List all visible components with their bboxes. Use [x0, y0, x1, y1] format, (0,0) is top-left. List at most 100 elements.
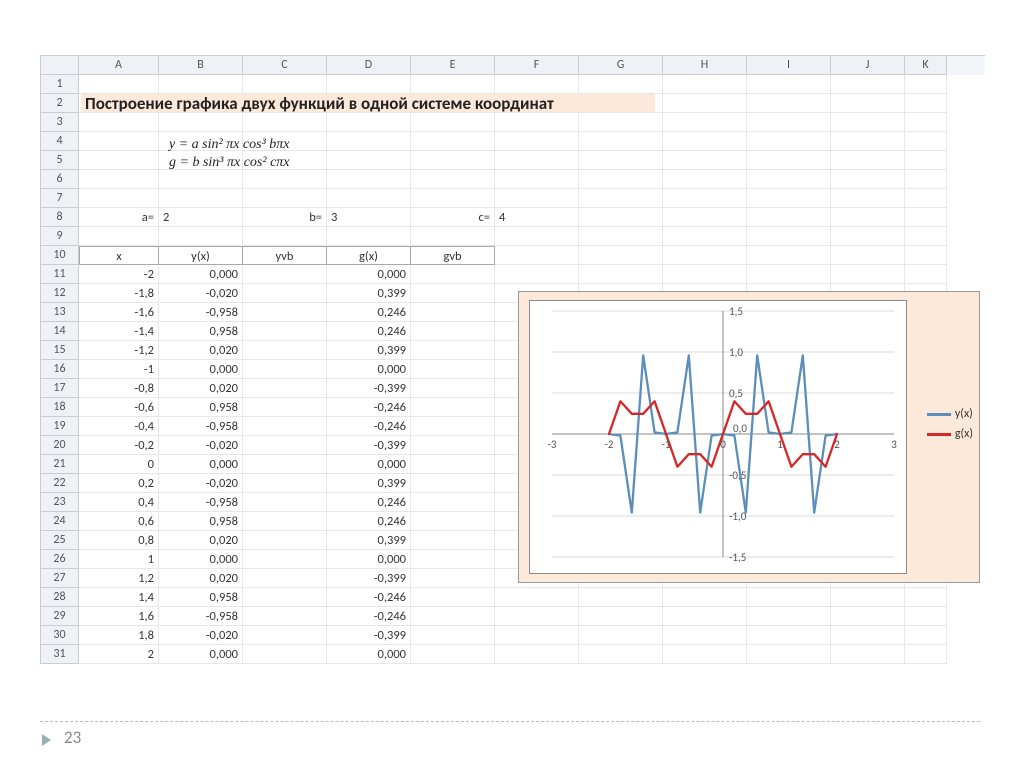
- cell-D10[interactable]: g(x): [327, 246, 411, 265]
- cell-D23[interactable]: 0,246: [327, 493, 411, 512]
- cell-H28[interactable]: [663, 588, 747, 607]
- cell-F1[interactable]: [495, 75, 579, 94]
- row-header-4[interactable]: 4: [41, 132, 79, 151]
- cell-D14[interactable]: 0,246: [327, 322, 411, 341]
- cell-I29[interactable]: [747, 607, 831, 626]
- cell-K29[interactable]: [905, 607, 947, 626]
- cell-B11[interactable]: 0,000: [159, 265, 243, 284]
- cell-A17[interactable]: -0,8: [79, 379, 159, 398]
- cell-B29[interactable]: -0,958: [159, 607, 243, 626]
- row-header-22[interactable]: 22: [41, 474, 79, 493]
- row-header-25[interactable]: 25: [41, 531, 79, 550]
- cell-B23[interactable]: -0,958: [159, 493, 243, 512]
- cell-A3[interactable]: [79, 113, 159, 132]
- cell-E10[interactable]: gvb: [411, 246, 495, 265]
- cell-F8[interactable]: 4: [495, 208, 579, 227]
- cell-E14[interactable]: [411, 322, 495, 341]
- cell-E8[interactable]: c=: [411, 208, 495, 227]
- cell-D31[interactable]: 0,000: [327, 645, 411, 664]
- column-header-D[interactable]: D: [327, 56, 411, 75]
- cell-J28[interactable]: [831, 588, 905, 607]
- cell-D7[interactable]: [327, 189, 411, 208]
- cell-J1[interactable]: [831, 75, 905, 94]
- cell-A26[interactable]: 1: [79, 550, 159, 569]
- cell-E31[interactable]: [411, 645, 495, 664]
- cell-D21[interactable]: 0,000: [327, 455, 411, 474]
- cell-C17[interactable]: [243, 379, 327, 398]
- select-all-corner[interactable]: [41, 56, 79, 75]
- row-header-30[interactable]: 30: [41, 626, 79, 645]
- cell-K30[interactable]: [905, 626, 947, 645]
- column-header-F[interactable]: F: [495, 56, 579, 75]
- cell-B6[interactable]: [159, 170, 243, 189]
- cell-H29[interactable]: [663, 607, 747, 626]
- cell-E13[interactable]: [411, 303, 495, 322]
- cell-K4[interactable]: [905, 132, 947, 151]
- row-header-2[interactable]: 2: [41, 94, 79, 113]
- cell-C15[interactable]: [243, 341, 327, 360]
- cell-E7[interactable]: [411, 189, 495, 208]
- cell-K31[interactable]: [905, 645, 947, 664]
- cell-E27[interactable]: [411, 569, 495, 588]
- cell-G7[interactable]: [579, 189, 663, 208]
- cell-E21[interactable]: [411, 455, 495, 474]
- cell-E23[interactable]: [411, 493, 495, 512]
- cell-E28[interactable]: [411, 588, 495, 607]
- cell-F6[interactable]: [495, 170, 579, 189]
- cell-F11[interactable]: [495, 265, 579, 284]
- cell-I31[interactable]: [747, 645, 831, 664]
- cell-A12[interactable]: -1,8: [79, 284, 159, 303]
- cell-B24[interactable]: 0,958: [159, 512, 243, 531]
- cell-C31[interactable]: [243, 645, 327, 664]
- cell-K11[interactable]: [905, 265, 947, 284]
- cell-I4[interactable]: [747, 132, 831, 151]
- cell-E17[interactable]: [411, 379, 495, 398]
- column-header-A[interactable]: A: [79, 56, 159, 75]
- row-header-16[interactable]: 16: [41, 360, 79, 379]
- cell-A20[interactable]: -0,2: [79, 436, 159, 455]
- cell-C6[interactable]: [243, 170, 327, 189]
- cell-D1[interactable]: [327, 75, 411, 94]
- cell-D25[interactable]: 0,399: [327, 531, 411, 550]
- cell-J5[interactable]: [831, 151, 905, 170]
- cell-B3[interactable]: [159, 113, 243, 132]
- column-header-E[interactable]: E: [411, 56, 495, 75]
- cell-K6[interactable]: [905, 170, 947, 189]
- cell-A8[interactable]: a=: [79, 208, 159, 227]
- cell-I1[interactable]: [747, 75, 831, 94]
- cell-K5[interactable]: [905, 151, 947, 170]
- cell-D3[interactable]: [327, 113, 411, 132]
- cell-G11[interactable]: [579, 265, 663, 284]
- cell-C1[interactable]: [243, 75, 327, 94]
- cell-D28[interactable]: -0,246: [327, 588, 411, 607]
- cell-F10[interactable]: [495, 246, 579, 265]
- cell-I5[interactable]: [747, 151, 831, 170]
- cell-A1[interactable]: [79, 75, 159, 94]
- cell-F9[interactable]: [495, 227, 579, 246]
- cell-E19[interactable]: [411, 417, 495, 436]
- row-header-12[interactable]: 12: [41, 284, 79, 303]
- cell-F28[interactable]: [495, 588, 579, 607]
- cell-K1[interactable]: [905, 75, 947, 94]
- cell-J29[interactable]: [831, 607, 905, 626]
- cell-F30[interactable]: [495, 626, 579, 645]
- cell-B7[interactable]: [159, 189, 243, 208]
- cell-E1[interactable]: [411, 75, 495, 94]
- row-header-26[interactable]: 26: [41, 550, 79, 569]
- cell-K10[interactable]: [905, 246, 947, 265]
- row-header-14[interactable]: 14: [41, 322, 79, 341]
- cell-D16[interactable]: 0,000: [327, 360, 411, 379]
- column-header-I[interactable]: I: [747, 56, 831, 75]
- column-header-J[interactable]: J: [831, 56, 905, 75]
- cell-I7[interactable]: [747, 189, 831, 208]
- cell-E6[interactable]: [411, 170, 495, 189]
- cell-A11[interactable]: -2: [79, 265, 159, 284]
- cell-D18[interactable]: -0,246: [327, 398, 411, 417]
- cell-A6[interactable]: [79, 170, 159, 189]
- column-header-K[interactable]: K: [905, 56, 947, 75]
- cell-C9[interactable]: [243, 227, 327, 246]
- cell-A10[interactable]: x: [79, 246, 159, 265]
- cell-D30[interactable]: -0,399: [327, 626, 411, 645]
- cell-E3[interactable]: [411, 113, 495, 132]
- cell-D8[interactable]: 3: [327, 208, 411, 227]
